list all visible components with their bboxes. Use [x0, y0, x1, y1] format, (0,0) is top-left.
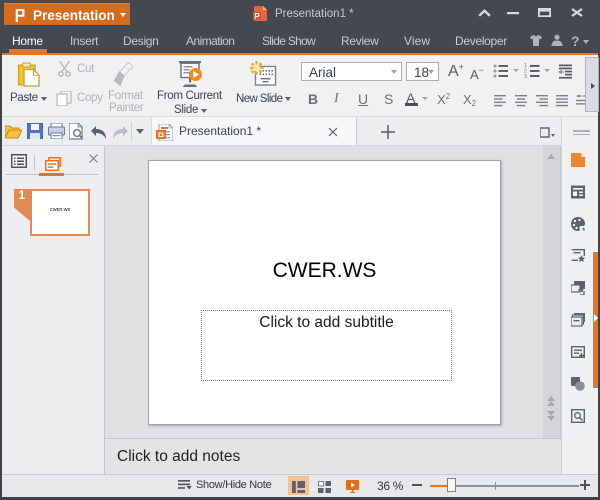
svg-text:3: 3 [524, 74, 527, 78]
svg-text:P: P [254, 12, 260, 21]
